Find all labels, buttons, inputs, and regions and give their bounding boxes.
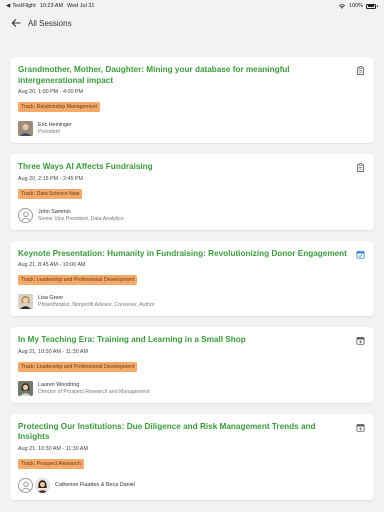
session-card[interactable]: Three Ways AI Affects Fundraising Aug 20… [10, 154, 374, 230]
calendar-check-icon[interactable] [356, 250, 365, 259]
speaker-avatar-placeholder [18, 477, 33, 493]
status-date: Wed Jul 31 [67, 3, 95, 9]
session-card[interactable]: Grandmother, Mother, Daughter: Mining yo… [10, 57, 374, 143]
session-card[interactable]: Protecting Our Institutions: Due Diligen… [10, 413, 374, 500]
speaker-avatar [18, 121, 33, 136]
speaker: Eric Heininger President [18, 121, 366, 136]
speaker-role: Senior Vice President, Data Analytics [38, 215, 124, 222]
track-badge: Track: Leadership and Professional Devel… [18, 361, 138, 372]
speaker-name: Lisa Greer [38, 295, 64, 301]
speaker-name: Catherine Flaatten & Beca Daniel [55, 482, 136, 488]
wifi-icon [338, 3, 346, 9]
speaker-name: Eric Heininger [38, 122, 72, 128]
track-badge: Track: Prospect Research [18, 458, 84, 469]
calendar-add-icon[interactable] [356, 336, 365, 345]
status-bar: ◀ TestFlight 10:23 AM Wed Jul 31 100% [0, 0, 384, 12]
battery-percent: 100% [348, 3, 363, 9]
session-title: Grandmother, Mother, Daughter: Mining yo… [18, 65, 290, 85]
session-time: Aug 21, 8:45 AM - 10:00 AM [18, 262, 86, 268]
clipboard-icon[interactable] [356, 66, 365, 75]
speaker: John Sammis Senior Vice President, Data … [18, 207, 366, 223]
speaker-name: Lauren Woodring [38, 381, 80, 388]
speaker-avatar-placeholder [18, 207, 33, 223]
status-indicators: 100% [338, 3, 378, 9]
track-badge: Track: Data Science Now [18, 188, 83, 199]
back-to-app[interactable]: ◀ TestFlight [6, 3, 36, 9]
page-title: All Sessions [28, 18, 72, 28]
speaker-name: John Sammis [38, 208, 71, 215]
speaker-role: President [38, 129, 60, 135]
speaker: Catherine Flaatten & Beca Daniel [18, 477, 366, 493]
session-card[interactable]: In My Teaching Era: Training and Learnin… [10, 327, 374, 403]
battery-icon [366, 3, 378, 9]
speaker-avatar [18, 380, 33, 396]
session-time: Aug 21, 10:30 AM - 11:30 AM [18, 445, 89, 452]
session-card[interactable]: Keynote Presentation: Humanity in Fundra… [10, 240, 374, 316]
session-title: Protecting Our Institutions: Due Diligen… [18, 421, 316, 442]
session-time: Aug 20, 1:00 PM - 4:00 PM [18, 89, 84, 95]
track-badge: Track: Relationship Management [18, 102, 100, 112]
session-title: Keynote Presentation: Humanity in Fundra… [18, 248, 347, 258]
back-arrow-small-icon: ◀ [6, 3, 11, 9]
arrow-left-icon [11, 19, 21, 27]
track-badge: Track: Leadership and Professional Devel… [18, 275, 138, 285]
back-button[interactable] [10, 17, 22, 29]
speaker: Lisa Greer Philanthropist, Nonprofit Adv… [18, 294, 366, 309]
session-title: In My Teaching Era: Training and Learnin… [18, 335, 246, 344]
speaker-role: Director of Prospect Research and Manage… [38, 388, 150, 395]
session-list: Grandmother, Mother, Daughter: Mining yo… [10, 57, 374, 511]
back-app-label: TestFlight [12, 3, 36, 9]
nav-bar: All Sessions [0, 12, 384, 34]
session-title: Three Ways AI Affects Fundraising [18, 162, 153, 171]
clipboard-icon[interactable] [356, 163, 365, 172]
speaker: Lauren Woodring Director of Prospect Res… [18, 380, 366, 396]
session-time: Aug 20, 2:15 PM - 2:45 PM [18, 175, 84, 182]
speaker-avatar [35, 477, 50, 493]
calendar-add-icon[interactable] [356, 423, 365, 432]
speaker-role: Philanthropist, Nonprofit Advisor, Conve… [38, 302, 155, 308]
speaker-avatar [18, 294, 33, 309]
session-time: Aug 21, 10:30 AM - 11:30 AM [18, 348, 89, 355]
status-time: 10:23 AM [39, 3, 64, 9]
